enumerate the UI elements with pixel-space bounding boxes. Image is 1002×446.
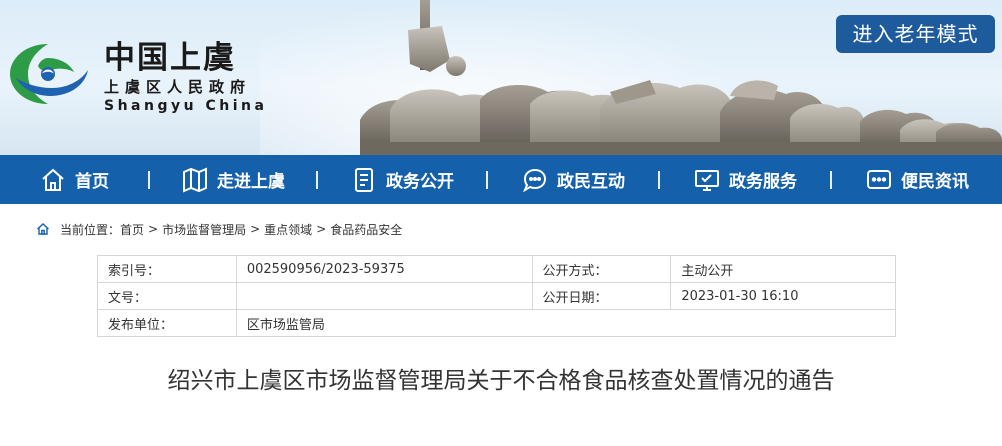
nav-label-about-shangyu: 走进上虞: [217, 172, 285, 192]
document-icon: [355, 167, 373, 192]
message-icon: [867, 169, 891, 189]
breadcrumb-separator: >: [316, 222, 327, 236]
breadcrumb-separator: >: [148, 222, 159, 236]
nav-item-government-affairs[interactable]: 政务公开: [318, 155, 486, 204]
nav-divider: [486, 170, 488, 189]
elder-mode-button[interactable]: 进入老年模式: [836, 15, 995, 53]
table-row: 文号： 公开日期： 2023-01-30 16:10: [97, 282, 896, 310]
index-number-label: 索引号：: [97, 255, 237, 283]
nav-label-citizen-info: 便民资讯: [901, 172, 969, 192]
nav-divider: [658, 170, 660, 189]
nav-label-public-interaction: 政民互动: [557, 172, 625, 192]
breadcrumb-home-icon: [37, 223, 49, 235]
publisher-value: 区市场监管局: [235, 309, 897, 337]
nav-item-public-interaction[interactable]: 政民互动: [488, 155, 658, 204]
breadcrumb-link-market-regulation[interactable]: 市场监督管理局: [162, 221, 246, 238]
article-title: 绍兴市上虞区市场监督管理局关于不合格食品核查处置情况的通告: [167, 368, 835, 394]
document-info-table: 索引号： 002590956/2023-59375 公开方式： 主动公开 文号：…: [97, 255, 897, 337]
nav-item-government-services[interactable]: 政务服务: [660, 155, 830, 204]
chat-icon: [522, 168, 547, 192]
header-banner: 中国上虞 上虞区人民政府 Shangyu China 进入老年模式: [0, 0, 1002, 155]
nav-label-government-affairs: 政务公开: [386, 172, 454, 192]
table-row: 索引号： 002590956/2023-59375 公开方式： 主动公开: [97, 255, 896, 283]
breadcrumb-prefix: 当前位置：: [60, 222, 121, 237]
breadcrumb: 当前位置： 首页 > 市场监督管理局 > 重点领域 > 食品药品安全: [36, 220, 402, 238]
index-number-value: 002590956/2023-59375: [235, 255, 533, 283]
logo-english: Shangyu China: [104, 98, 268, 114]
disclosure-method-value: 主动公开: [670, 255, 896, 283]
main-nav: 首页 走进上虞 政务公开 政民互动 政务服务 便民资讯: [0, 155, 1002, 204]
table-row: 发布单位： 区市场监管局: [97, 309, 897, 337]
breadcrumb-link-home[interactable]: 首页: [120, 221, 144, 238]
home-icon: [42, 168, 64, 191]
nav-divider: [830, 170, 832, 189]
logo-title: 中国上虞: [104, 40, 236, 76]
disclosure-method-label: 公开方式：: [531, 255, 672, 283]
nav-label-home: 首页: [75, 172, 109, 192]
document-number-label: 文号：: [97, 282, 237, 310]
logo-subtitle: 上虞区人民政府: [104, 78, 252, 96]
breadcrumb-link-food-drug-safety[interactable]: 食品药品安全: [330, 221, 402, 238]
publish-date-value: 2023-01-30 16:10: [670, 282, 896, 310]
map-icon: [183, 166, 207, 193]
publisher-label: 发布单位：: [97, 309, 237, 337]
publish-date-label: 公开日期：: [531, 282, 672, 310]
nav-item-about-shangyu[interactable]: 走进上虞: [150, 155, 316, 204]
shangyu-logo-icon[interactable]: [4, 38, 92, 110]
nav-item-citizen-info[interactable]: 便民资讯: [832, 155, 1002, 204]
breadcrumb-separator: >: [250, 222, 261, 236]
nav-item-home[interactable]: 首页: [0, 155, 148, 204]
document-number-value: [235, 282, 533, 310]
monitor-icon: [695, 169, 719, 191]
nav-divider: [316, 170, 318, 189]
nav-label-government-services: 政务服务: [729, 172, 797, 192]
breadcrumb-link-key-areas[interactable]: 重点领域: [264, 221, 312, 238]
nav-divider: [148, 170, 150, 189]
